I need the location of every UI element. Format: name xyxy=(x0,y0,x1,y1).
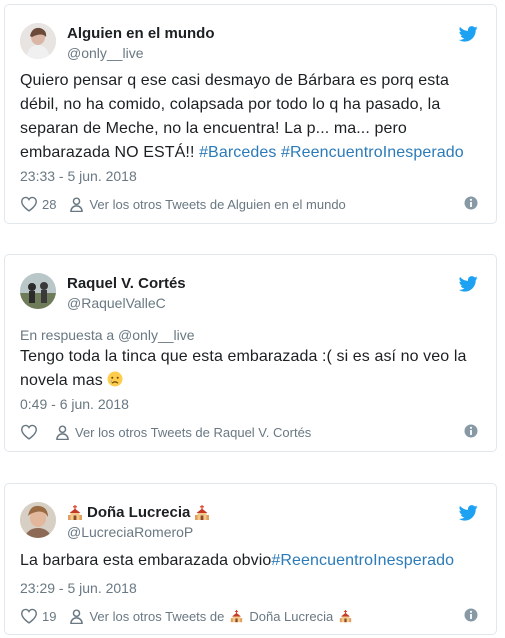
church-emoji-icon xyxy=(339,609,352,624)
tweet-header: Alguien en el mundo @only__live xyxy=(20,20,481,64)
author-name[interactable]: Raquel V. Cortés xyxy=(67,275,186,293)
church-emoji-icon xyxy=(194,505,210,521)
person-icon xyxy=(56,425,69,440)
like-button[interactable]: 28 xyxy=(20,196,56,212)
church-emoji-icon xyxy=(230,609,243,624)
profile-link[interactable]: Ver los otros Tweets de Raquel V. Cortés xyxy=(56,425,311,440)
author-name-row[interactable]: Doña Lucrecia xyxy=(67,504,210,522)
tweet-text-body: Tengo toda la tinca que esta embarazada … xyxy=(20,348,467,389)
tweet-text: La barbara esta embarazada obvio#Reencue… xyxy=(20,549,478,573)
person-icon xyxy=(70,197,83,212)
tweet-actions: 19 Ver los otros Tweets de Doña Lucrecia xyxy=(20,606,478,626)
avatar[interactable] xyxy=(20,502,56,538)
author-name[interactable]: Alguien en el mundo xyxy=(67,25,215,43)
hashtag-link[interactable]: #Barcedes xyxy=(199,144,276,161)
author-names[interactable]: Doña Lucrecia @LucreciaRomeroP xyxy=(67,504,210,541)
tweet-date[interactable]: 23:29 - 5 jun. 2018 xyxy=(20,580,137,596)
like-button[interactable]: 19 xyxy=(20,608,56,624)
like-button[interactable] xyxy=(20,424,42,440)
heart-icon xyxy=(20,196,38,212)
author-names[interactable]: Alguien en el mundo @only__live xyxy=(67,25,215,62)
tweet-text: Quiero pensar q ese casi desmayo de Bárb… xyxy=(20,69,478,165)
church-emoji-icon xyxy=(67,505,83,521)
profile-link[interactable]: Ver los otros Tweets de Alguien en el mu… xyxy=(70,197,346,212)
tweet-card[interactable]: Doña Lucrecia @LucreciaRomeroP La barbar… xyxy=(4,483,497,635)
tweet-text: Tengo toda la tinca que esta embarazada … xyxy=(20,345,478,393)
profile-link-name[interactable]: Doña Lucrecia xyxy=(249,609,333,624)
hashtag-link[interactable]: #ReencuentroInesperado xyxy=(271,552,454,569)
avatar[interactable] xyxy=(20,273,56,309)
info-icon[interactable] xyxy=(464,608,478,622)
profile-link-prefix[interactable]: Ver los otros Tweets de xyxy=(89,609,224,624)
crying-face-icon xyxy=(107,371,123,387)
heart-icon xyxy=(20,424,38,440)
tweet-card[interactable]: Alguien en el mundo @only__live Quiero p… xyxy=(4,4,497,224)
hashtag-link[interactable]: #ReencuentroInesperado xyxy=(281,144,464,161)
avatar[interactable] xyxy=(20,23,56,59)
heart-icon xyxy=(20,608,38,624)
tweet-header: Raquel V. Cortés @RaquelValleC xyxy=(20,270,481,314)
author-handle[interactable]: @RaquelValleC xyxy=(67,294,186,312)
info-icon[interactable] xyxy=(464,424,478,438)
twitter-bird-icon[interactable] xyxy=(459,26,478,42)
tweet-actions: 28 Ver los otros Tweets de Alguien en el… xyxy=(20,194,478,214)
author-names[interactable]: Raquel V. Cortés @RaquelValleC xyxy=(67,275,186,312)
tweet-date[interactable]: 23:33 - 5 jun. 2018 xyxy=(20,168,137,184)
tweet-actions: Ver los otros Tweets de Raquel V. Cortés xyxy=(20,422,478,442)
like-count: 19 xyxy=(42,608,57,624)
profile-link-label[interactable]: Ver los otros Tweets de Alguien en el mu… xyxy=(89,197,345,212)
person-icon xyxy=(70,609,83,624)
tweet-text-body: La barbara esta embarazada obvio xyxy=(20,552,272,569)
profile-link[interactable]: Ver los otros Tweets de Doña Lucrecia xyxy=(70,609,352,624)
reply-to-label[interactable]: En respuesta a @only__live xyxy=(20,327,195,343)
tweet-card[interactable]: Raquel V. Cortés @RaquelValleC En respue… xyxy=(4,254,497,452)
profile-link-label[interactable]: Ver los otros Tweets de Raquel V. Cortés xyxy=(75,425,311,440)
author-handle[interactable]: @only__live xyxy=(67,44,215,62)
twitter-bird-icon[interactable] xyxy=(459,276,478,292)
author-handle[interactable]: @LucreciaRomeroP xyxy=(67,523,210,541)
info-icon[interactable] xyxy=(464,196,478,210)
like-count: 28 xyxy=(42,196,57,212)
author-name[interactable]: Doña Lucrecia xyxy=(87,504,190,522)
tweet-header: Doña Lucrecia @LucreciaRomeroP xyxy=(20,499,481,543)
twitter-bird-icon[interactable] xyxy=(459,505,478,521)
tweet-date[interactable]: 0:49 - 6 jun. 2018 xyxy=(20,396,129,412)
